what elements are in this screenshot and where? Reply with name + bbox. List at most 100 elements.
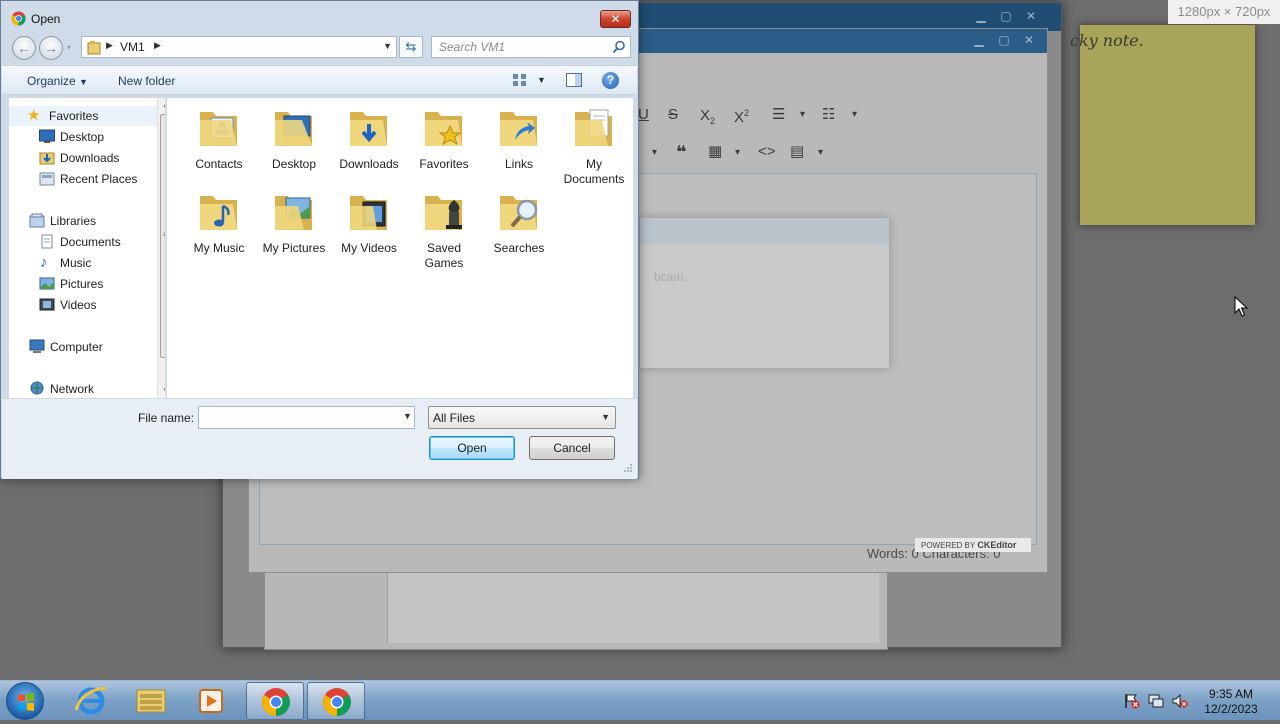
cancel-button[interactable]: Cancel — [529, 436, 615, 460]
background-modal: bcam. — [640, 218, 889, 368]
file-item-my-documents[interactable]: My Documents — [556, 104, 632, 187]
close-icon[interactable]: ✕ — [1023, 9, 1039, 23]
file-name-input[interactable] — [198, 406, 415, 429]
nav-documents-label: Documents — [60, 235, 121, 249]
resize-grip-icon[interactable] — [623, 463, 633, 473]
sticky-note[interactable]: cky note. — [1070, 25, 1255, 225]
clock-time: 9:35 AM — [1208, 687, 1254, 701]
scroll-down-arrow-icon[interactable]: ▼ — [158, 384, 165, 398]
background-modal-titlebar — [640, 218, 889, 244]
source-code-icon[interactable]: <> — [758, 143, 776, 161]
chrome-icon — [11, 11, 26, 26]
nav-desktop-label: Desktop — [60, 130, 105, 144]
dialog-close-button[interactable]: ✕ — [600, 10, 631, 28]
new-folder-button[interactable]: New folder — [118, 74, 175, 88]
nav-network-label: Network — [50, 382, 95, 396]
minimize-icon[interactable]: ▁ — [973, 9, 989, 23]
file-item-my-music[interactable]: My Music — [181, 188, 257, 256]
file-item-downloads[interactable]: Downloads — [331, 104, 407, 172]
forward-button[interactable]: → — [39, 36, 63, 60]
breadcrumb-child-arrow-icon[interactable]: ▶ — [154, 40, 161, 51]
nav-scrollbar[interactable]: ▲ ≡ ▼ — [157, 98, 165, 398]
strikethrough-icon[interactable]: S — [668, 106, 678, 124]
file-item-links[interactable]: Links — [481, 104, 557, 172]
computer-icon — [29, 339, 45, 353]
maximize-icon[interactable]: ▢ — [998, 9, 1014, 23]
file-item-searches[interactable]: Searches — [481, 188, 557, 256]
taskbar-file-explorer[interactable] — [122, 682, 180, 720]
file-item-saved-games[interactable]: Saved Games — [406, 188, 482, 271]
media-player-icon — [199, 689, 223, 713]
file-item-my-videos[interactable]: My Videos — [331, 188, 407, 256]
nav-item-favorites[interactable]: ★ Favorites — [9, 106, 157, 126]
paste-special-icon[interactable]: ▤ — [790, 143, 804, 161]
windows-logo-icon — [18, 693, 34, 711]
music-icon: ♪ — [40, 254, 48, 271]
ckeditor-badge[interactable]: POWERED BY CKEditor — [915, 538, 1031, 552]
editor-maximize-icon[interactable]: ▢ — [996, 33, 1012, 47]
underline-icon[interactable]: U — [638, 106, 649, 124]
network-tray-icon[interactable] — [1148, 693, 1164, 709]
numbered-list-icon[interactable]: ☷ — [822, 106, 835, 124]
open-button[interactable]: Open — [429, 436, 515, 460]
background-modal-text: bcam. — [654, 270, 687, 284]
taskbar-media-player[interactable] — [182, 682, 240, 720]
downloads-icon — [39, 152, 55, 165]
back-button[interactable]: ← — [12, 36, 36, 60]
pictures-folder-icon — [275, 196, 312, 230]
file-item-contacts[interactable]: Contacts — [181, 104, 257, 172]
taskbar-chrome-2[interactable] — [307, 682, 365, 720]
contacts-folder-icon — [200, 112, 237, 146]
taskbar-clock[interactable]: 9:35 AM 12/2/2023 — [1196, 687, 1266, 717]
file-label: Desktop — [271, 157, 317, 171]
help-icon[interactable]: ? — [602, 72, 619, 89]
numbered-list-dropdown-icon[interactable]: ▾ — [852, 106, 857, 124]
file-item-desktop[interactable]: Desktop — [256, 104, 332, 172]
nav-computer-label: Computer — [50, 340, 103, 354]
organize-dropdown-icon: ▼ — [79, 77, 88, 87]
file-item-my-pictures[interactable]: My Pictures — [256, 188, 332, 256]
blockquote-icon[interactable]: ❝ — [676, 143, 687, 161]
preview-pane-icon[interactable] — [566, 73, 582, 87]
change-view-icon[interactable] — [512, 73, 528, 87]
navigation-pane: ★ Favorites Desktop Downloads Recent Pla… — [9, 98, 166, 398]
address-dropdown-icon[interactable]: ▼ — [383, 41, 392, 51]
editor-minimize-icon[interactable]: ▁ — [971, 33, 987, 47]
volume-muted-icon[interactable] — [1172, 693, 1188, 709]
search-input[interactable]: Search VM1 — [431, 36, 631, 58]
align-dropdown-icon[interactable]: ▾ — [652, 144, 657, 162]
file-item-favorites[interactable]: Favorites — [406, 104, 482, 172]
breadcrumb-vm1[interactable]: VM1 — [120, 40, 145, 54]
subscript-icon[interactable]: X2 — [700, 107, 715, 130]
ckeditor-powered-text: POWERED BY — [921, 541, 976, 550]
scroll-thumb[interactable]: ≡ — [160, 114, 165, 358]
scroll-grip-icon: ≡ — [163, 231, 165, 239]
bulleted-list-icon[interactable]: ☰ — [772, 106, 785, 124]
paste-dropdown-icon[interactable]: ▾ — [818, 144, 823, 162]
breadcrumb-separator-icon[interactable]: ▶ — [106, 40, 113, 51]
action-center-icon[interactable] — [1124, 693, 1140, 709]
search-icon[interactable] — [612, 40, 626, 54]
editor-close-icon[interactable]: ✕ — [1021, 33, 1037, 47]
bulleted-list-dropdown-icon[interactable]: ▾ — [800, 106, 805, 124]
dialog-title: Open — [31, 12, 61, 26]
organize-menu[interactable]: Organize ▼ — [27, 74, 88, 88]
desktop-folder-icon — [275, 112, 312, 146]
table-dropdown-icon[interactable]: ▾ — [735, 144, 740, 162]
refresh-button[interactable]: ⇆ — [399, 36, 423, 58]
internet-explorer-icon — [74, 686, 107, 715]
taskbar-internet-explorer[interactable] — [62, 682, 120, 720]
taskbar-chrome-1[interactable] — [246, 682, 304, 720]
address-bar[interactable]: ▶ VM1 ▶ ▼ — [81, 36, 397, 58]
table-icon[interactable]: ▦ — [708, 143, 722, 161]
recent-locations-dropdown-icon[interactable]: ▾ — [67, 43, 71, 52]
scroll-up-arrow-icon[interactable]: ▲ — [158, 98, 165, 112]
file-label: Favorites — [419, 157, 469, 171]
favorites-folder-icon — [425, 112, 462, 146]
view-dropdown-icon[interactable]: ▼ — [537, 75, 546, 85]
nav-downloads-label: Downloads — [60, 151, 120, 165]
file-type-select[interactable]: All Files ▼ — [428, 406, 616, 429]
start-button[interactable] — [6, 682, 44, 720]
superscript-icon[interactable]: X2 — [734, 104, 749, 127]
clock-date: 12/2/2023 — [1204, 702, 1258, 716]
